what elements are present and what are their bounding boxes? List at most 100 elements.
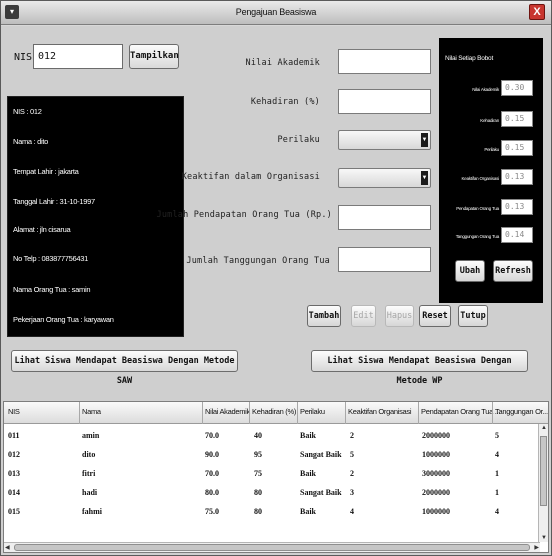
bobot-value-akademik: 0.30 (501, 80, 533, 96)
table-header: NIS Nama Nilai Akademik Kehadiran (%) Pe… (4, 402, 548, 424)
title-bar: ▾ Pengajuan Beasiswa X (1, 1, 551, 25)
nis-label: NIS (14, 52, 33, 63)
kehadiran-input[interactable] (338, 89, 431, 114)
column-divider (418, 402, 419, 424)
table-cell: 80.0 (205, 488, 219, 497)
main-content: NIS 012 Tampilkan NIS : 012 Nama : dito … (1, 26, 551, 555)
bobot-value-keaktifan: 0.13 (501, 169, 533, 185)
bobot-label-akademik: Nilai Akademik (472, 87, 499, 92)
table-cell: 014 (8, 488, 20, 497)
table-cell: 80 (254, 507, 262, 516)
nis-search-input[interactable]: 012 (33, 44, 123, 69)
table-row[interactable]: 014 hadi 80.0 80 Sangat Baik 3 2000000 1 (4, 484, 540, 503)
table-cell: dito (82, 450, 96, 459)
column-header[interactable]: Keaktifan Organisasi (348, 407, 412, 416)
table-cell: amin (82, 431, 100, 440)
table-cell: 75.0 (205, 507, 219, 516)
info-alamat: Alamat : jln cisarua (13, 225, 71, 234)
criteria-form: Nilai Akademik Kehadiran (%) Perilaku ▼ … (157, 38, 436, 338)
nilai-akademik-label: Nilai Akademik (245, 58, 320, 68)
bobot-label-tanggungan: Tanggungan Orang Tua (455, 234, 499, 239)
table-cell: hadi (82, 488, 98, 497)
reset-button[interactable]: Reset (419, 305, 451, 327)
refresh-button[interactable]: Refresh (493, 260, 533, 282)
table-cell: Baik (300, 469, 317, 478)
column-divider (202, 402, 203, 424)
table-cell: 5 (350, 450, 354, 459)
table-cell: 1 (495, 488, 499, 497)
perilaku-select[interactable]: ▼ (338, 130, 431, 150)
hapus-button[interactable]: Hapus (385, 305, 414, 327)
horizontal-scrollbar[interactable]: ◀ ▶ (4, 542, 540, 552)
column-divider (297, 402, 298, 424)
window-title: Pengajuan Beasiswa (235, 7, 317, 17)
tanggungan-input[interactable] (338, 247, 431, 272)
table-cell: 70.0 (205, 431, 219, 440)
student-panel: NIS 012 Tampilkan NIS : 012 Nama : dito … (4, 36, 184, 356)
chevron-down-icon: ▼ (421, 171, 428, 185)
bobot-label-pendapatan: Pendapatan Orang Tua (456, 206, 499, 211)
table-cell: 1 (495, 469, 499, 478)
vertical-scroll-thumb[interactable] (540, 436, 547, 506)
pendapatan-input[interactable] (338, 205, 431, 230)
table-cell: 4 (495, 450, 499, 459)
bobot-label-perilaku: Perilaku (484, 147, 499, 152)
nilai-akademik-input[interactable] (338, 49, 431, 74)
column-divider (79, 402, 80, 424)
table-cell: 013 (8, 469, 20, 478)
table-row[interactable]: 012 dito 90.0 95 Sangat Baik 5 1000000 4 (4, 446, 540, 465)
column-header[interactable]: Tanggungan Or... (495, 407, 548, 416)
column-divider (492, 402, 493, 424)
app-window: ▾ Pengajuan Beasiswa X NIS 012 Tampilkan… (0, 0, 552, 556)
table-cell: 40 (254, 431, 262, 440)
scroll-left-icon[interactable]: ◀ (5, 544, 10, 551)
horizontal-scroll-thumb[interactable] (14, 544, 530, 551)
table-cell: 012 (8, 450, 20, 459)
perilaku-label: Perilaku (277, 135, 320, 145)
column-header[interactable]: Kehadiran (%) (252, 407, 296, 416)
info-tanggal-lahir: Tanggal Lahir : 31-10-1997 (13, 197, 95, 206)
info-tempat-lahir: Tempat Lahir : jakarta (13, 167, 79, 176)
student-table: NIS Nama Nilai Akademik Kehadiran (%) Pe… (3, 401, 549, 553)
column-header[interactable]: Nama (82, 407, 101, 416)
table-cell: 5 (495, 431, 499, 440)
ubah-button[interactable]: Ubah (455, 260, 485, 282)
vertical-scrollbar[interactable]: ▲ ▼ (538, 424, 548, 542)
lihat-wp-button[interactable]: Lihat Siswa Mendapat Beasiswa Dengan Met… (311, 350, 528, 386)
tanggungan-label: Jumlah Tanggungan Orang Tua (186, 256, 330, 266)
column-header[interactable]: Nilai Akademik (205, 407, 250, 416)
table-cell: 2 (350, 431, 354, 440)
table-row[interactable]: 015 fahmi 75.0 80 Baik 4 1000000 4 (4, 503, 540, 522)
bobot-value-perilaku: 0.15 (501, 140, 533, 156)
bobot-title: Nilai Setiap Bobot (445, 55, 494, 62)
table-cell: 3000000 (422, 469, 450, 478)
tambah-button[interactable]: Tambah (307, 305, 341, 327)
column-header[interactable]: Pendapatan Orang Tua ... (421, 407, 500, 416)
scroll-up-icon[interactable]: ▲ (541, 425, 547, 431)
scroll-down-icon[interactable]: ▼ (541, 535, 547, 541)
column-header[interactable]: Perilaku (300, 407, 325, 416)
bobot-value-tanggungan: 0.14 (501, 227, 533, 243)
keaktifan-select[interactable]: ▼ (338, 168, 431, 188)
table-cell: 75 (254, 469, 262, 478)
table-cell: 2000000 (422, 431, 450, 440)
table-row[interactable]: 011 amin 70.0 40 Baik 2 2000000 5 (4, 427, 540, 446)
bobot-value-pendapatan: 0.13 (501, 199, 533, 215)
info-pekerjaan-orang-tua: Pekerjaan Orang Tua : karyawan (13, 315, 114, 324)
table-row[interactable]: 013 fitri 70.0 75 Baik 2 3000000 1 (4, 465, 540, 484)
lihat-saw-button[interactable]: Lihat Siswa Mendapat Beasiswa Dengan Met… (11, 350, 238, 386)
kehadiran-label: Kehadiran (%) (250, 97, 320, 107)
bobot-label-kehadiran: Kehadiran (480, 118, 499, 123)
table-cell: Baik (300, 507, 317, 516)
info-nis: NIS : 012 (13, 107, 42, 116)
edit-button[interactable]: Edit (351, 305, 376, 327)
table-cell: 80 (254, 488, 262, 497)
table-cell: 1000000 (422, 450, 450, 459)
scroll-right-icon[interactable]: ▶ (534, 544, 539, 551)
bobot-panel: Nilai Setiap Bobot Nilai Akademik 0.30 K… (439, 38, 543, 303)
tutup-button[interactable]: Tutup (458, 305, 488, 327)
column-header[interactable]: NIS (8, 407, 20, 416)
table-cell: 011 (8, 431, 20, 440)
close-icon[interactable]: X (529, 4, 545, 20)
tampilkan-button[interactable]: Tampilkan (129, 44, 179, 69)
